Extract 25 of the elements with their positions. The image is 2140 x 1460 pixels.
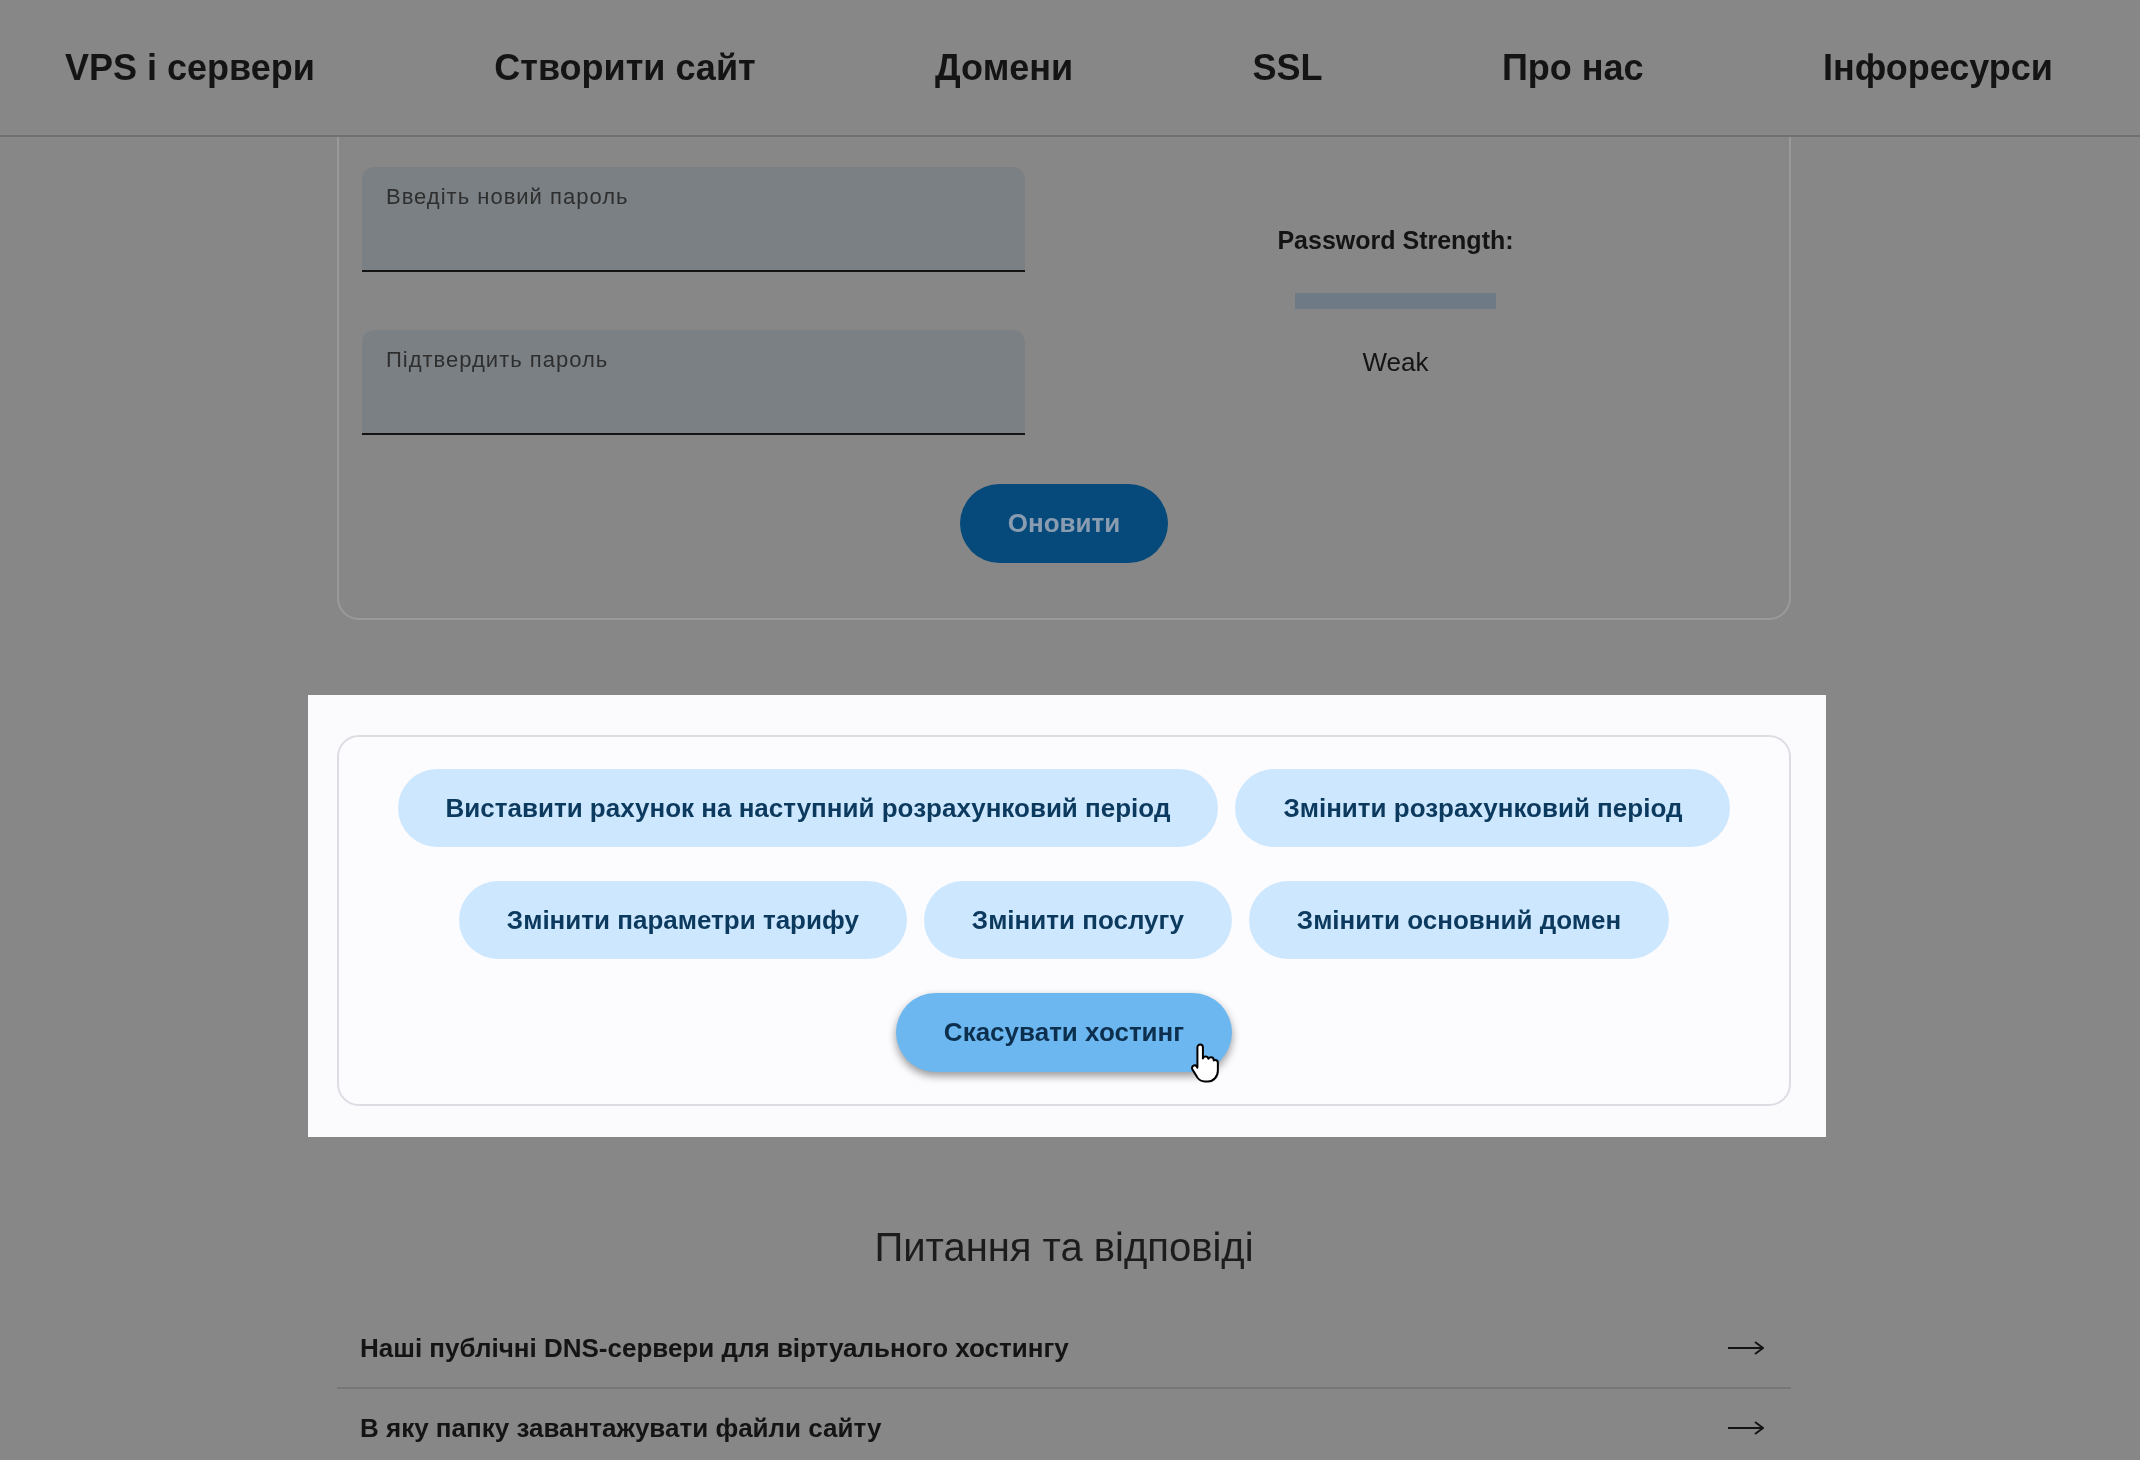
faq-question-link[interactable]: Наші публічні DNS-сервери для віртуального хостингу [360, 1328, 1069, 1368]
action-button[interactable]: Скасувати хостинг [895, 993, 1233, 1072]
field-label: Підтвердить пароль [386, 346, 609, 374]
field-label: Введіть новий пароль [386, 183, 629, 211]
action-button[interactable]: Змінити параметри тарифу [458, 881, 907, 959]
password-input-field[interactable]: Підтвердить пароль [362, 330, 1025, 435]
strength-title: Password Strength: [1277, 225, 1514, 256]
action-button[interactable]: Змінити послугу [923, 881, 1232, 959]
arrow-right-icon [1728, 1421, 1764, 1435]
nav-link[interactable]: Про нас [1501, 40, 1644, 95]
faq-heading: Питання та відповіді [874, 1224, 1254, 1271]
action-button[interactable]: Змінити основний домен [1248, 881, 1670, 959]
nav-link[interactable]: SSL [1252, 40, 1323, 95]
update-button[interactable]: Оновити [960, 484, 1168, 563]
strength-reading: Weak [1362, 345, 1429, 379]
arrow-right-icon [1728, 1341, 1764, 1355]
action-button[interactable]: Виставити рахунок на наступний розрахунковий період [397, 769, 1219, 847]
nav-link[interactable]: Створити сайт [494, 40, 756, 95]
hand-pointer-icon [1191, 1043, 1221, 1083]
nav-link[interactable]: Інфоресурси [1822, 40, 2053, 95]
nav-link[interactable]: Домени [935, 40, 1074, 95]
action-button[interactable]: Змінити розрахунковий період [1235, 769, 1731, 847]
password-input-field[interactable]: Введіть новий пароль [362, 167, 1025, 272]
nav-link[interactable]: VPS і сервери [65, 40, 315, 95]
faq-question-link[interactable]: В яку папку завантажувати файли сайту [360, 1408, 882, 1448]
